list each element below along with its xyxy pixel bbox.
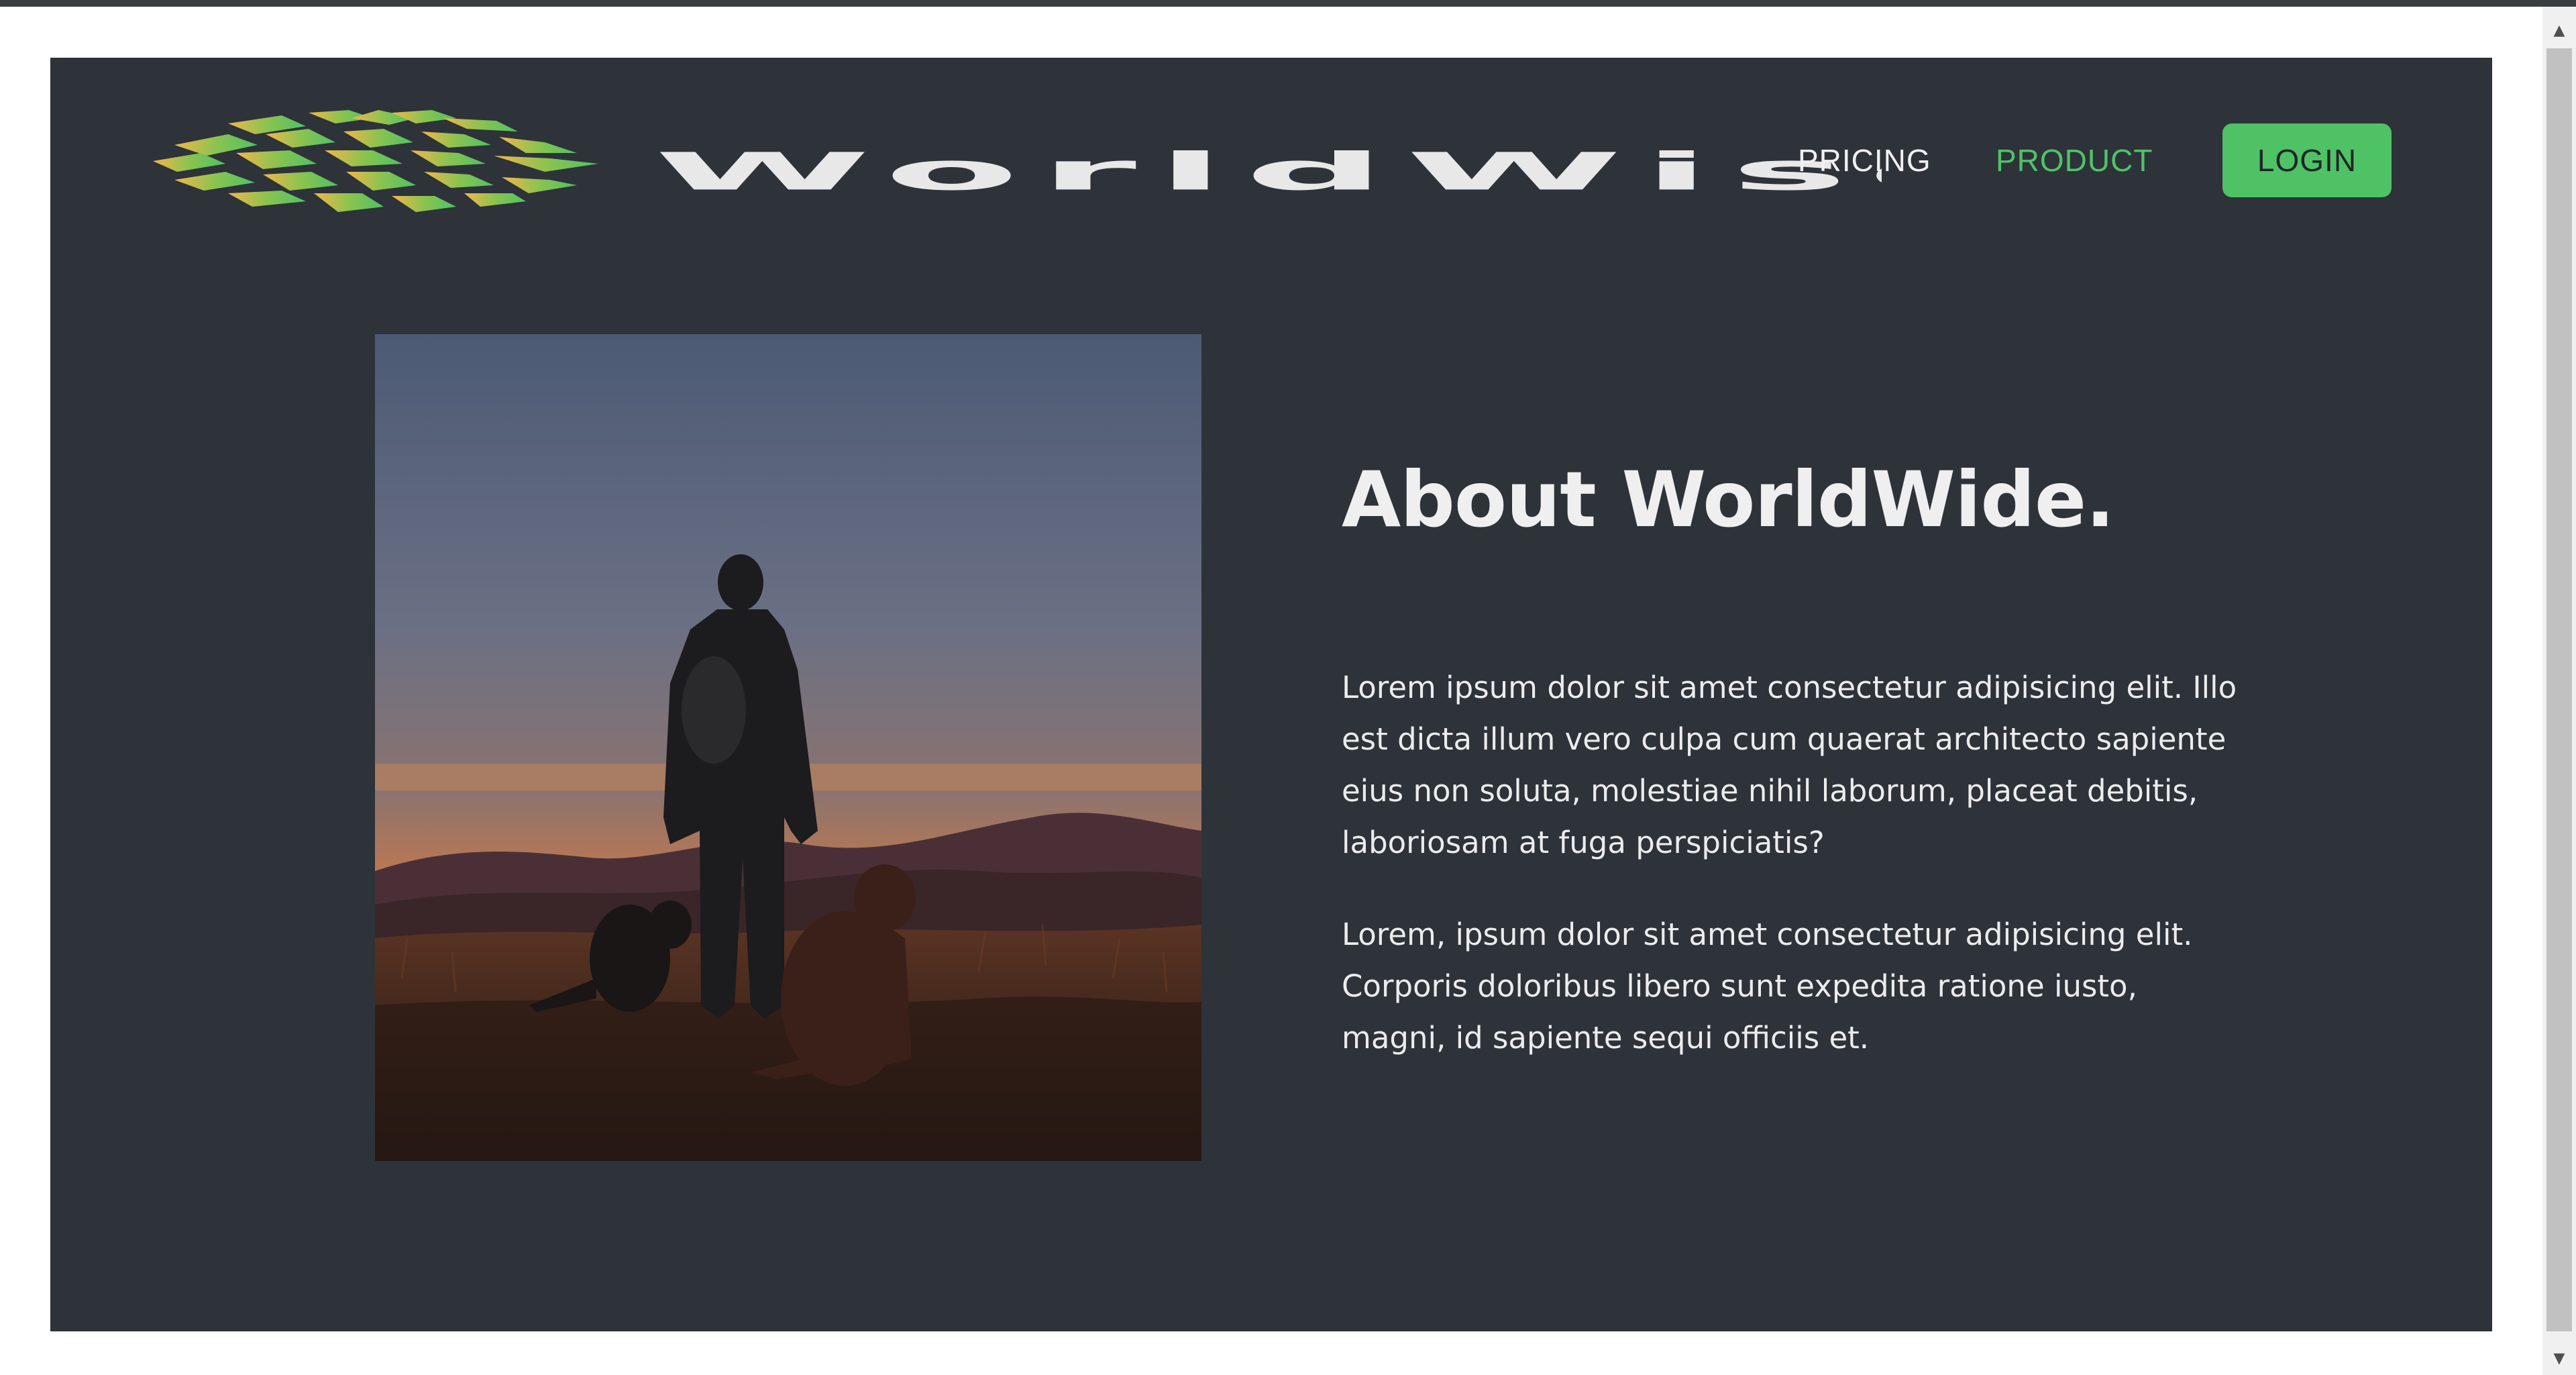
login-button[interactable]: LOGIN bbox=[2222, 123, 2392, 197]
chevron-up-icon[interactable]: ▲ bbox=[2542, 13, 2576, 47]
nav-link-pricing[interactable]: PRICING bbox=[1798, 123, 1931, 197]
about-photo bbox=[375, 334, 1201, 1161]
logo-graphic bbox=[153, 110, 598, 212]
window-top-border bbox=[0, 0, 2576, 7]
worldwise-logo-icon[interactable] bbox=[148, 105, 604, 219]
nav-link-product[interactable]: PRODUCT bbox=[1996, 123, 2153, 197]
hiker-with-dogs-sunset-image bbox=[375, 334, 1201, 1161]
about-title: About WorldWide. bbox=[1342, 455, 2114, 544]
about-paragraph-1: Lorem ipsum dolor sit amet consectetur a… bbox=[1342, 670, 2237, 860]
about-page: WorldWise PRICING PRODUCT LOGIN bbox=[50, 58, 2492, 1331]
chevron-down-icon[interactable]: ▼ bbox=[2542, 1341, 2576, 1375]
brand-wordmark[interactable]: WorldWise bbox=[654, 125, 1882, 219]
scrollbar-thumb[interactable] bbox=[2546, 48, 2572, 1331]
brand-name: WorldWise bbox=[654, 142, 1882, 202]
about-paragraph-2: Lorem, ipsum dolor sit amet consectetur … bbox=[1342, 917, 2193, 1056]
vertical-scrollbar[interactable]: ▲ ▼ bbox=[2542, 7, 2576, 1375]
